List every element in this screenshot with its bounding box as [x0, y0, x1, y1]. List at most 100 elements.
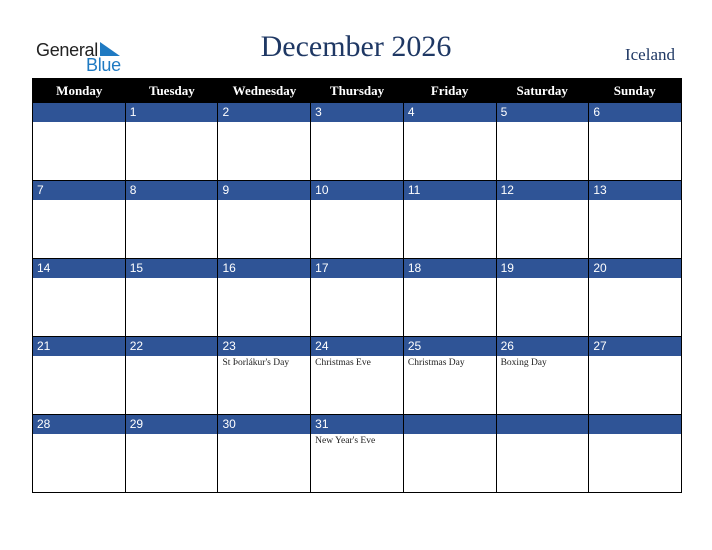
day-cell[interactable]: 14 [33, 259, 125, 336]
holiday-label [404, 200, 496, 202]
day-number: 21 [33, 337, 125, 356]
day-cell[interactable]: 31 New Year's Eve [310, 415, 403, 492]
day-number: 2 [218, 103, 311, 122]
day-number: 28 [33, 415, 125, 434]
day-cell[interactable]: 28 [33, 415, 125, 492]
day-number: 19 [496, 259, 589, 278]
holiday-label [311, 122, 403, 124]
holiday-label [33, 200, 125, 202]
day-cell[interactable]: 4 [402, 103, 496, 180]
holiday-label [218, 200, 310, 202]
day-cell[interactable]: 20 [588, 259, 682, 336]
holiday-label [33, 356, 125, 358]
day-number: 9 [218, 181, 311, 200]
day-number: 10 [311, 181, 403, 200]
day-cell[interactable] [588, 415, 682, 492]
day-cell[interactable]: 3 [310, 103, 403, 180]
country-label: Iceland [624, 45, 675, 64]
weekday-sunday: Sunday [613, 83, 656, 98]
holiday-label [218, 278, 310, 280]
weekday-wednesday: Wednesday [232, 83, 297, 98]
day-cell[interactable]: 26 Boxing Day [495, 337, 589, 414]
day-number: 14 [33, 259, 125, 278]
day-number [496, 415, 589, 434]
holiday-label [311, 200, 403, 202]
day-cell[interactable]: 30 [217, 415, 311, 492]
weekday-monday: Monday [56, 83, 103, 98]
weekday-friday: Friday [430, 83, 469, 98]
holiday-label [218, 434, 310, 436]
day-number: 20 [589, 259, 682, 278]
week-row: 14 15 16 17 18 19 20 [33, 258, 682, 336]
calendar-title: December 2026 [260, 30, 452, 63]
day-number [403, 415, 496, 434]
day-cell[interactable]: 27 [588, 337, 682, 414]
holiday-label [497, 278, 589, 280]
day-cell[interactable]: 17 [310, 259, 403, 336]
day-cell[interactable]: 6 [588, 103, 682, 180]
day-cell[interactable]: 12 [495, 181, 589, 258]
day-number: 1 [125, 103, 218, 122]
holiday-label [126, 200, 218, 202]
day-cell[interactable]: 24 Christmas Eve [310, 337, 403, 414]
day-cell[interactable]: 19 [495, 259, 589, 336]
day-cell[interactable] [33, 103, 125, 180]
holiday-label [589, 356, 681, 358]
calendar-grid: Monday Tuesday Wednesday Thursday Friday… [32, 78, 682, 493]
holiday-label [126, 122, 218, 124]
day-number: 31 [311, 415, 403, 434]
day-number: 17 [311, 259, 403, 278]
day-number: 30 [218, 415, 311, 434]
day-cell[interactable]: 8 [124, 181, 218, 258]
day-cell[interactable]: 15 [124, 259, 218, 336]
week-row: 7 8 9 10 11 12 13 [33, 180, 682, 258]
weekday-header: Monday Tuesday Wednesday Thursday Friday… [33, 79, 681, 102]
day-cell[interactable]: 11 [402, 181, 496, 258]
day-cell[interactable]: 13 [588, 181, 682, 258]
day-cell[interactable]: 25 Christmas Day [402, 337, 496, 414]
day-cell[interactable]: 16 [217, 259, 311, 336]
holiday-label [126, 356, 218, 358]
week-row: 21 22 23 St Þorlákur's Day 24 Christmas Eve 25… [33, 336, 682, 414]
day-cell[interactable]: 2 [217, 103, 311, 180]
day-number: 23 [218, 337, 311, 356]
holiday-label [497, 434, 589, 436]
holiday-label [589, 434, 681, 436]
day-cell[interactable]: 29 [124, 415, 218, 492]
day-cell[interactable]: 9 [217, 181, 311, 258]
holiday-label [126, 434, 218, 436]
day-number: 22 [125, 337, 218, 356]
day-cell[interactable] [402, 415, 496, 492]
day-cell[interactable]: 7 [33, 181, 125, 258]
day-cell[interactable] [495, 415, 589, 492]
day-cell[interactable]: 23 St Þorlákur's Day [217, 337, 311, 414]
holiday-label: St Þorlákur's Day [222, 358, 290, 368]
day-cell[interactable]: 22 [124, 337, 218, 414]
day-cell[interactable]: 18 [402, 259, 496, 336]
day-cell[interactable]: 21 [33, 337, 125, 414]
day-number [33, 103, 125, 122]
day-number: 29 [125, 415, 218, 434]
holiday-label [404, 278, 496, 280]
weekday-tuesday: Tuesday [148, 83, 195, 98]
day-number: 11 [403, 181, 496, 200]
day-number [589, 415, 682, 434]
day-number: 26 [496, 337, 589, 356]
day-cell[interactable]: 1 [124, 103, 218, 180]
weeks-container: 1 2 3 4 5 6 7 8 9 10 11 12 13 14 15 16 17 18 19 20 21 22 23 St … [33, 102, 682, 492]
week-row: 28 29 30 31 New Year's Eve [33, 414, 682, 492]
day-cell[interactable]: 10 [310, 181, 403, 258]
weekday-saturday: Saturday [516, 83, 568, 98]
holiday-label [33, 122, 125, 124]
day-number: 8 [125, 181, 218, 200]
holiday-label [33, 434, 125, 436]
holiday-label [33, 278, 125, 280]
weekday-thursday: Thursday [329, 83, 385, 98]
day-cell[interactable]: 5 [495, 103, 589, 180]
holiday-label [497, 200, 589, 202]
holiday-label: Christmas Eve [315, 358, 371, 368]
day-number: 25 [403, 337, 496, 356]
holiday-label [497, 122, 589, 124]
holiday-label [404, 122, 496, 124]
day-number: 12 [496, 181, 589, 200]
